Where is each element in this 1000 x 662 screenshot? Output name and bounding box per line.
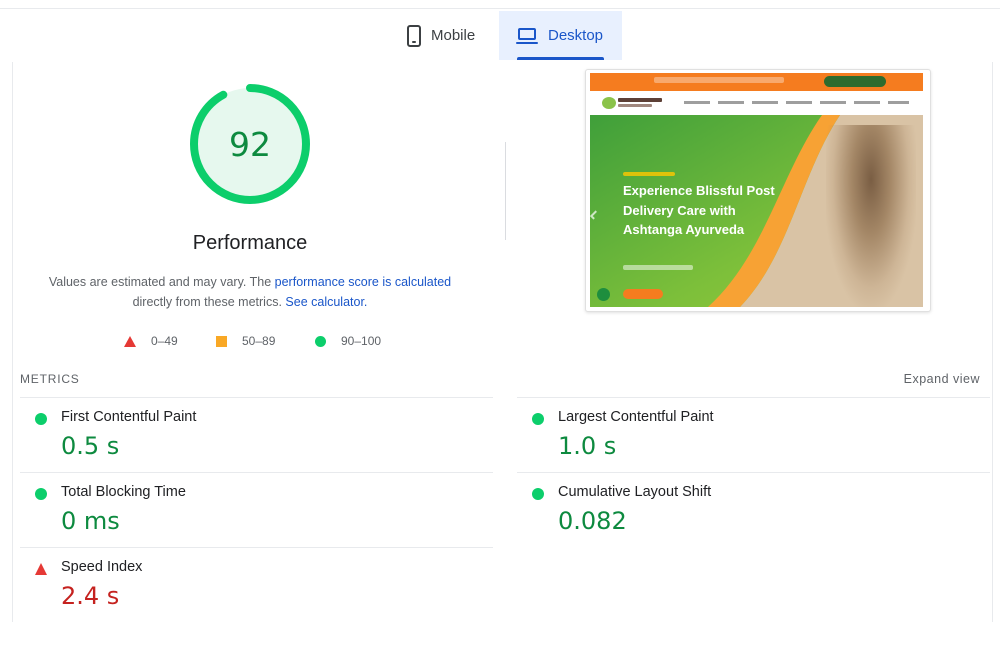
pass-circle-icon (532, 488, 544, 500)
metrics-divider (20, 547, 493, 548)
metric-title: Largest Contentful Paint (558, 409, 714, 425)
metric-largest-contentful-paint: Largest Contentful Paint 1.0 s (517, 399, 977, 469)
screenshot-topbar (590, 73, 923, 91)
pass-circle-icon (35, 413, 47, 425)
whatsapp-icon (597, 288, 610, 301)
screenshot-headline: Experience Blissful Post Delivery Care w… (623, 183, 775, 237)
fail-triangle-icon (35, 563, 47, 575)
metrics-divider (517, 472, 990, 473)
hero-portrait (826, 125, 916, 307)
metric-value: 0.5 s (61, 432, 120, 460)
phone-icon (407, 24, 421, 47)
pass-circle-icon (532, 413, 544, 425)
metric-speed-index: Speed Index 2.4 s (20, 549, 480, 619)
triangle-icon (124, 335, 136, 347)
tab-mobile-label: Mobile (431, 27, 476, 44)
screenshot-hero: Experience Blissful Post Delivery Care w… (590, 115, 923, 307)
see-calculator-link[interactable]: See calculator. (285, 295, 367, 309)
metric-value: 0 ms (61, 507, 120, 535)
metric-value: 2.4 s (61, 582, 120, 610)
legend-label-fail: 0–49 (151, 334, 178, 348)
metric-cumulative-layout-shift: Cumulative Layout Shift 0.082 (517, 474, 977, 544)
category-title: Performance (192, 232, 308, 254)
metric-title: Total Blocking Time (61, 484, 186, 500)
legend-label-pass: 90–100 (341, 334, 382, 348)
metrics-header: METRICS (20, 372, 80, 386)
final-screenshot: Experience Blissful Post Delivery Care w… (590, 73, 923, 307)
metric-value: 1.0 s (558, 432, 617, 460)
expand-view-button[interactable]: Expand view (904, 372, 980, 386)
square-icon (216, 335, 227, 347)
top-divider (0, 8, 1000, 9)
metric-title: Cumulative Layout Shift (558, 484, 712, 500)
legend-item-fail: 0–49 (124, 331, 178, 351)
section-divider (505, 142, 506, 240)
tab-desktop[interactable]: Desktop (499, 11, 622, 60)
metric-title: First Contentful Paint (61, 409, 197, 425)
pass-circle-icon (35, 488, 47, 500)
metrics-divider (20, 472, 493, 473)
metric-total-blocking-time: Total Blocking Time 0 ms (20, 474, 480, 544)
tab-mobile[interactable]: Mobile (396, 11, 500, 60)
desc-text-1: Values are estimated and may vary. The (48, 275, 275, 289)
metric-first-contentful-paint: First Contentful Paint 0.5 s (20, 399, 480, 469)
desc-text-2: directly from these metrics. (132, 295, 286, 309)
metrics-divider (20, 397, 493, 398)
metric-value: 0.082 (558, 507, 627, 535)
screenshot-logo (602, 97, 616, 109)
metric-title: Speed Index (61, 559, 143, 575)
panel-border-right (992, 62, 993, 622)
laptop-icon (516, 27, 538, 44)
circle-icon (315, 335, 326, 347)
score-value: 92 (229, 124, 271, 164)
legend-item-pass: 90–100 (315, 331, 381, 351)
legend-item-average: 50–89 (216, 331, 275, 351)
screenshot-nav (590, 91, 923, 115)
performance-score-link[interactable]: performance score is calculated (275, 275, 451, 289)
screenshot-cta (623, 289, 663, 299)
legend-label-average: 50–89 (242, 334, 276, 348)
score-legend: 0–49 50–89 90–100 (0, 331, 500, 351)
device-tabs: Mobile Desktop (0, 11, 1000, 60)
tab-desktop-label: Desktop (548, 27, 604, 44)
metrics-divider (517, 397, 990, 398)
score-description: Values are estimated and may vary. The p… (40, 272, 460, 312)
